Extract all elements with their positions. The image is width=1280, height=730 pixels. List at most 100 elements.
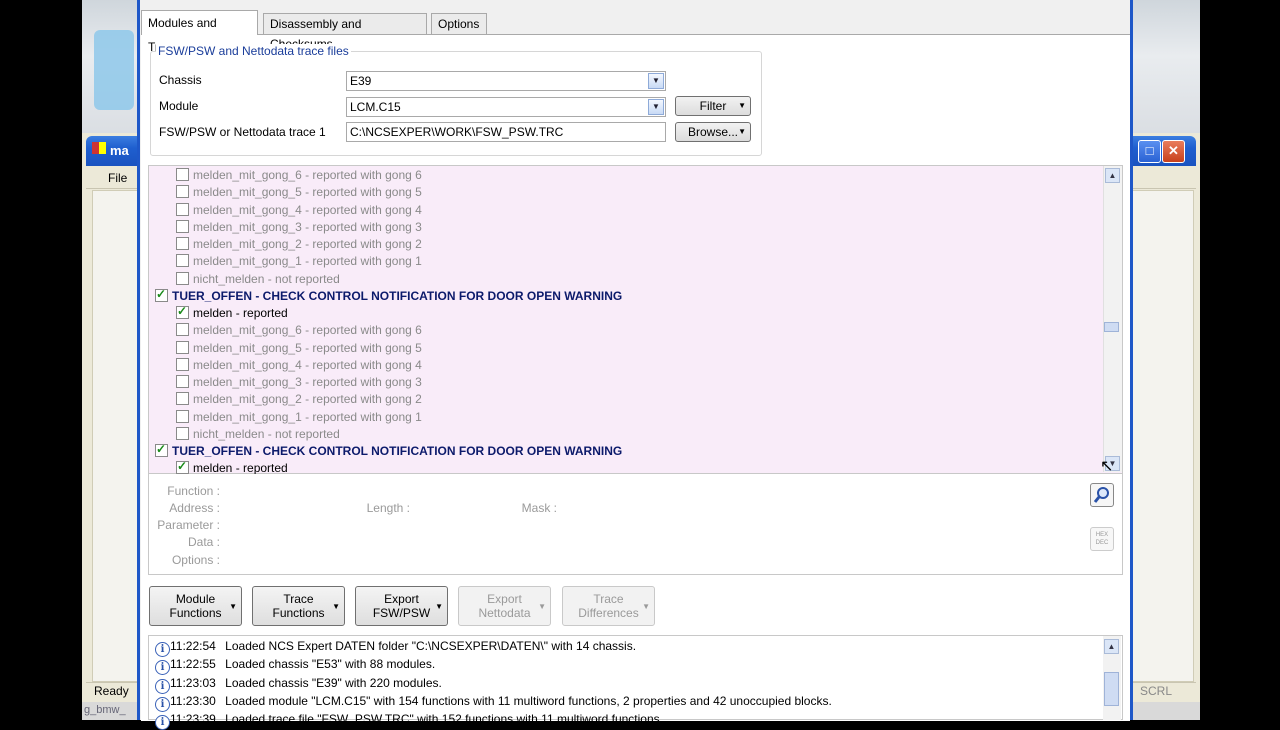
tree-option-row[interactable]: melden_mit_gong_3 - reported with gong 3 xyxy=(176,374,422,391)
tree-function-row[interactable]: TUER_OFFEN - CHECK CONTROL NOTIFICATION … xyxy=(155,441,622,460)
tree-option-row[interactable]: melden_mit_gong_6 - reported with gong 6 xyxy=(176,167,422,184)
tree-row-label: melden_mit_gong_1 - reported with gong 1 xyxy=(193,254,422,269)
button-line2: Functions xyxy=(169,606,222,620)
chassis-select[interactable]: E39 ▼ xyxy=(346,71,666,91)
checkbox[interactable] xyxy=(176,168,189,181)
trace-differences-button[interactable]: Trace Differences ▼ xyxy=(562,586,655,626)
tab-disassembly-and-checksums[interactable]: Disassembly and Checksums xyxy=(263,13,427,51)
status-scrl: SCRL xyxy=(1140,684,1173,698)
log-scroll-thumb[interactable] xyxy=(1104,672,1119,706)
module-select[interactable]: LCM.C15 ▼ xyxy=(346,97,666,117)
trace-path-input[interactable]: C:\NCSEXPER\WORK\FSW_PSW.TRC xyxy=(346,122,666,142)
menu-file[interactable]: File xyxy=(108,171,127,185)
checkbox[interactable] xyxy=(176,357,189,371)
log-message: Loaded chassis "E39" with 220 modules. xyxy=(225,675,442,690)
tree-row-label: TUER_OFFEN - CHECK CONTROL NOTIFICATION … xyxy=(172,288,623,303)
tree-option-row[interactable]: nicht_melden - not reported xyxy=(176,426,340,443)
browse-label: Browse... xyxy=(687,125,738,139)
chassis-label: Chassis xyxy=(159,73,202,87)
checkbox[interactable] xyxy=(176,202,189,216)
log-time: 11:23:03 xyxy=(170,675,216,690)
tree-option-row[interactable]: melden - reported xyxy=(176,303,288,322)
checkbox[interactable] xyxy=(176,219,189,233)
dropdown-arrow-icon: ▼ xyxy=(538,602,546,611)
checkbox[interactable] xyxy=(176,409,189,423)
checkbox[interactable] xyxy=(176,303,189,320)
tree-option-row[interactable]: melden_mit_gong_2 - reported with gong 2 xyxy=(176,236,422,253)
length-field-label: Length : xyxy=(366,501,410,515)
browse-button[interactable]: Browse... ▼ xyxy=(675,122,751,142)
mask-field-label: Mask : xyxy=(521,501,557,515)
module-value: LCM.C15 xyxy=(350,100,401,114)
tree-row-label: melden_mit_gong_6 - reported with gong 6 xyxy=(193,168,422,182)
tree-option-row[interactable]: melden_mit_gong_6 - reported with gong 6 xyxy=(176,322,422,339)
dropdown-arrow-icon: ▼ xyxy=(229,602,237,611)
close-icon[interactable]: ✕ xyxy=(1162,140,1185,163)
background-window-title: ma xyxy=(110,143,129,158)
dec-label: DEC xyxy=(1095,540,1109,546)
chassis-value: E39 xyxy=(350,74,372,88)
module-functions-button[interactable]: Module Functions ▼ xyxy=(149,586,242,626)
checkbox[interactable] xyxy=(176,426,189,440)
hex-dec-toggle-icon[interactable]: HEX DEC xyxy=(1090,527,1114,551)
letterbox-right xyxy=(1200,0,1280,720)
filter-label: Filter xyxy=(699,99,727,113)
tree-row-label: melden_mit_gong_4 - reported with gong 4 xyxy=(193,357,422,372)
tree-option-row[interactable]: melden_mit_gong_5 - reported with gong 5 xyxy=(176,340,422,357)
button-line2: FSW/PSW xyxy=(372,606,431,620)
log-time: 11:22:55 xyxy=(170,657,216,672)
detail-panel xyxy=(148,474,1123,575)
tree-scrollbar[interactable]: ▲ ▼ xyxy=(1103,166,1122,472)
scroll-up-icon[interactable]: ▲ xyxy=(1104,639,1119,654)
tree-scroll-thumb[interactable] xyxy=(1104,322,1119,332)
dropdown-arrow-icon: ▼ xyxy=(435,602,443,611)
scroll-up-icon[interactable]: ▲ xyxy=(1105,168,1120,183)
tree-option-row[interactable]: melden_mit_gong_4 - reported with gong 4 xyxy=(176,202,422,219)
checkbox[interactable] xyxy=(176,340,189,354)
tree-row-label: melden_mit_gong_5 - reported with gong 5 xyxy=(193,185,422,200)
export-nettodata-button[interactable]: Export Nettodata ▼ xyxy=(458,586,551,626)
trace-label: FSW/PSW or Nettodata trace 1 xyxy=(159,125,326,139)
tree-row-label: nicht_melden - not reported xyxy=(193,271,340,286)
log-message: Loaded module "LCM.C15" with 154 functio… xyxy=(225,693,832,708)
log-message: Loaded trace file "FSW_PSW.TRC" with 152… xyxy=(225,712,663,727)
trace-path-value: C:\NCSEXPER\WORK\FSW_PSW.TRC xyxy=(350,125,564,139)
checkbox[interactable] xyxy=(176,392,189,406)
tree-row-label: melden_mit_gong_1 - reported with gong 1 xyxy=(193,409,422,424)
tree-row-label: melden_mit_gong_4 - reported with gong 4 xyxy=(193,202,422,217)
filter-button[interactable]: Filter ▼ xyxy=(675,96,751,116)
checkbox[interactable] xyxy=(176,237,189,250)
tree-option-row[interactable]: melden_mit_gong_4 - reported with gong 4 xyxy=(176,357,422,374)
checkbox[interactable] xyxy=(176,271,189,285)
tab-modules-and-traces[interactable]: Modules and Traces xyxy=(141,10,258,54)
tree-row-label: melden_mit_gong_2 - reported with gong 2 xyxy=(193,237,422,251)
export-fsw-psw-button[interactable]: Export FSW/PSW ▼ xyxy=(355,586,448,626)
button-line1: Trace xyxy=(593,592,624,606)
tree-row-label: melden_mit_gong_3 - reported with gong 3 xyxy=(193,375,422,389)
log-message: Loaded NCS Expert DATEN folder "C:\NCSEX… xyxy=(225,639,637,653)
maximize-icon[interactable]: □ xyxy=(1138,140,1161,163)
tree-option-row[interactable]: nicht_melden - not reported xyxy=(176,271,340,288)
search-icon[interactable] xyxy=(1090,483,1114,507)
tree-option-row[interactable]: melden_mit_gong_1 - reported with gong 1 xyxy=(176,253,422,270)
checkbox[interactable] xyxy=(176,458,189,475)
tab-options[interactable]: Options xyxy=(431,13,487,34)
tree-option-row[interactable]: melden_mit_gong_5 - reported with gong 5 xyxy=(176,184,422,201)
checkbox[interactable] xyxy=(155,286,168,303)
checkbox[interactable] xyxy=(155,441,168,458)
checkbox[interactable] xyxy=(176,254,189,268)
chevron-down-icon[interactable]: ▼ xyxy=(648,99,664,115)
tree-option-row[interactable]: melden_mit_gong_3 - reported with gong 3 xyxy=(176,219,422,236)
checkbox[interactable] xyxy=(176,375,189,388)
checkbox[interactable] xyxy=(176,323,189,337)
tree-option-row[interactable]: melden_mit_gong_1 - reported with gong 1 xyxy=(176,409,422,426)
trace-functions-button[interactable]: Trace Functions ▼ xyxy=(252,586,345,626)
tree-function-row[interactable]: TUER_OFFEN - CHECK CONTROL NOTIFICATION … xyxy=(155,286,623,305)
checkbox[interactable] xyxy=(176,185,189,199)
chevron-down-icon[interactable]: ▼ xyxy=(648,73,664,89)
function-field-label: Function : xyxy=(167,484,220,498)
button-line1: Export xyxy=(487,592,522,606)
log-entry: i 11:23:39 Loaded trace file "FSW_PSW.TRC… xyxy=(155,710,663,730)
tree-option-row[interactable]: melden_mit_gong_2 - reported with gong 2 xyxy=(176,391,422,408)
status-ready: Ready xyxy=(94,684,129,698)
